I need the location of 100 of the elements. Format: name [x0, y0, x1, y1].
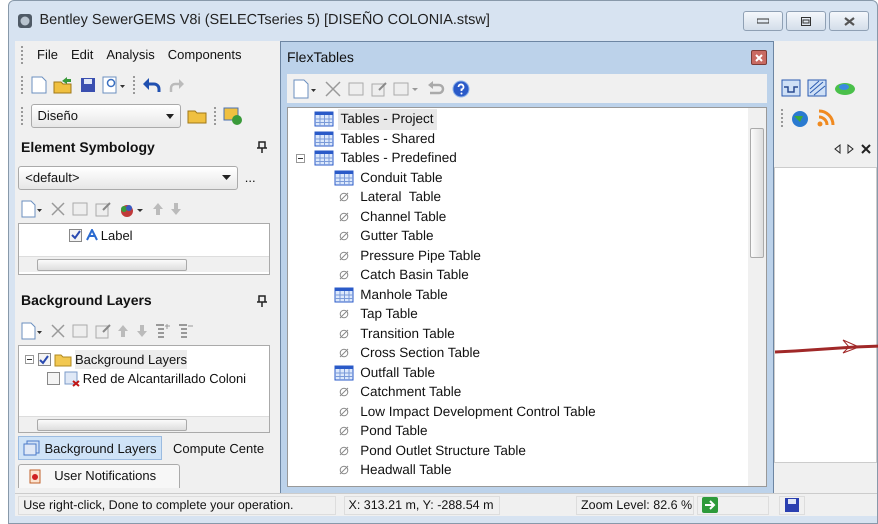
tree-label[interactable]: Red de Alcantarillado Coloni: [82, 368, 246, 388]
tree-item[interactable]: Channel Table: [357, 206, 450, 228]
close-icon[interactable]: [860, 144, 870, 154]
close-icon: [844, 16, 854, 26]
new-icon[interactable]: [293, 78, 317, 99]
layers-icon: [23, 440, 42, 456]
window-title: Bentley SewerGEMS V8i (SELECTseries 5) [DISEÑO COLONIA.stsw]: [40, 10, 490, 30]
collapse-icon[interactable]: [296, 154, 305, 163]
empty-set-icon: [339, 270, 349, 280]
globe-icon[interactable]: [790, 108, 810, 128]
rss-icon[interactable]: [816, 109, 834, 127]
pin-icon[interactable]: [257, 294, 267, 307]
tree-item[interactable]: Lateral Table: [357, 187, 444, 208]
horizontal-scrollbar[interactable]: [19, 416, 269, 432]
vertical-scrollbar[interactable]: [748, 108, 766, 486]
more-button[interactable]: ...: [244, 168, 256, 188]
magnifier-icon[interactable]: [102, 76, 126, 94]
collapse-icon[interactable]: [25, 355, 34, 364]
tree-item[interactable]: Headwall Table: [357, 460, 455, 481]
dialog-title: FlexTables: [287, 48, 355, 68]
tree-label[interactable]: Background Layers: [75, 350, 188, 370]
tree-item[interactable]: Pond Table: [357, 421, 431, 442]
dock-tab[interactable]: Compute Cente: [164, 436, 269, 460]
new-icon[interactable]: [21, 322, 43, 340]
tree-item[interactable]: Catchment Table: [357, 382, 464, 403]
tree-item[interactable]: Manhole Table: [357, 284, 451, 306]
table-grid-icon: [314, 111, 334, 128]
panel-title: Element Symbology: [21, 138, 156, 157]
tree-item[interactable]: Pressure Pipe Table: [357, 246, 484, 266]
maximize-icon: [800, 16, 811, 26]
save-icon[interactable]: [80, 77, 96, 93]
left-arrow-icon[interactable]: [834, 144, 840, 154]
undo-icon[interactable]: [142, 76, 162, 94]
app-icon: [17, 13, 33, 29]
menu-item[interactable]: Analysis: [106, 45, 155, 65]
compute-icon[interactable]: [223, 107, 243, 125]
delete-icon[interactable]: [50, 200, 66, 217]
delete-icon[interactable]: [50, 323, 66, 339]
remove-layer-icon[interactable]: [176, 323, 192, 339]
tree-item[interactable]: Outfall Table: [357, 362, 438, 384]
menu-item[interactable]: Components: [168, 45, 242, 65]
scenario-dropdown[interactable]: Diseño: [30, 104, 180, 128]
empty-set-icon: [339, 250, 349, 261]
panel-title: Background Layers: [21, 291, 153, 310]
go-arrow-icon[interactable]: [702, 497, 718, 513]
tree-item[interactable]: Cross Section Table: [357, 343, 484, 364]
edit-icon[interactable]: [94, 323, 110, 339]
contour-icon[interactable]: [807, 79, 827, 97]
help-icon[interactable]: [452, 80, 470, 98]
checkbox[interactable]: [47, 372, 60, 385]
close-button[interactable]: [829, 11, 869, 31]
tree-item[interactable]: Tables - Project: [338, 109, 437, 130]
close-button[interactable]: [751, 50, 767, 66]
close-icon: [755, 54, 763, 62]
terrain-icon[interactable]: [834, 80, 856, 96]
new-document-icon[interactable]: [30, 76, 46, 94]
tree-item[interactable]: Low Impact Development Control Table: [357, 402, 599, 422]
open-folder-icon[interactable]: [53, 76, 73, 94]
pin-icon[interactable]: [257, 141, 267, 154]
caret-icon: [222, 175, 232, 180]
tree-item[interactable]: Transition Table: [357, 324, 458, 344]
tree-item[interactable]: Conduit Table: [357, 168, 446, 188]
tree-item[interactable]: Catch Basin Table: [357, 265, 472, 286]
checkbox[interactable]: [69, 228, 82, 242]
menu-item[interactable]: File: [37, 45, 58, 65]
layer-icon: [64, 370, 80, 386]
save-icon[interactable]: [784, 497, 800, 513]
edit-icon[interactable]: [370, 80, 386, 97]
table-grid-icon: [334, 286, 354, 303]
tree-item[interactable]: Tap Table: [357, 304, 421, 325]
empty-set-icon: [339, 328, 349, 339]
empty-set-icon: [339, 212, 349, 222]
table-grid-icon: [334, 170, 354, 186]
empty-set-icon: [339, 465, 349, 476]
tree-item[interactable]: Pond Outlet Structure Table: [357, 440, 529, 462]
minimize-icon: [756, 18, 768, 24]
tree-label[interactable]: Label: [100, 226, 133, 245]
empty-set-icon: [339, 387, 349, 398]
dock-tab[interactable]: Background Layers: [18, 436, 162, 460]
tree-item[interactable]: Tables - Predefined: [338, 148, 460, 169]
empty-set-icon: [339, 192, 349, 202]
add-layer-icon[interactable]: [154, 323, 170, 339]
maximize-button[interactable]: [786, 11, 826, 31]
tree-item[interactable]: Tables - Shared: [338, 128, 438, 150]
minimize-button[interactable]: [742, 11, 782, 31]
new-icon[interactable]: [21, 200, 43, 218]
menu-item[interactable]: Edit: [70, 45, 94, 65]
folder-icon[interactable]: [187, 108, 207, 124]
checkbox[interactable]: [38, 353, 50, 366]
symbology-dropdown[interactable]: <default>: [18, 166, 238, 190]
zoom-readout: Zoom Level: 82.6 %: [576, 496, 694, 514]
table-grid-icon: [334, 364, 354, 381]
edit-icon[interactable]: [94, 200, 110, 217]
reset-icon[interactable]: [426, 80, 446, 97]
letter-a-icon: [86, 229, 98, 242]
right-arrow-icon[interactable]: [847, 144, 854, 154]
notifications-tab[interactable]: User Notifications: [18, 464, 180, 488]
delete-icon[interactable]: [324, 80, 342, 98]
tree-item[interactable]: Gutter Table: [357, 226, 437, 247]
horizontal-scrollbar[interactable]: [19, 256, 269, 272]
